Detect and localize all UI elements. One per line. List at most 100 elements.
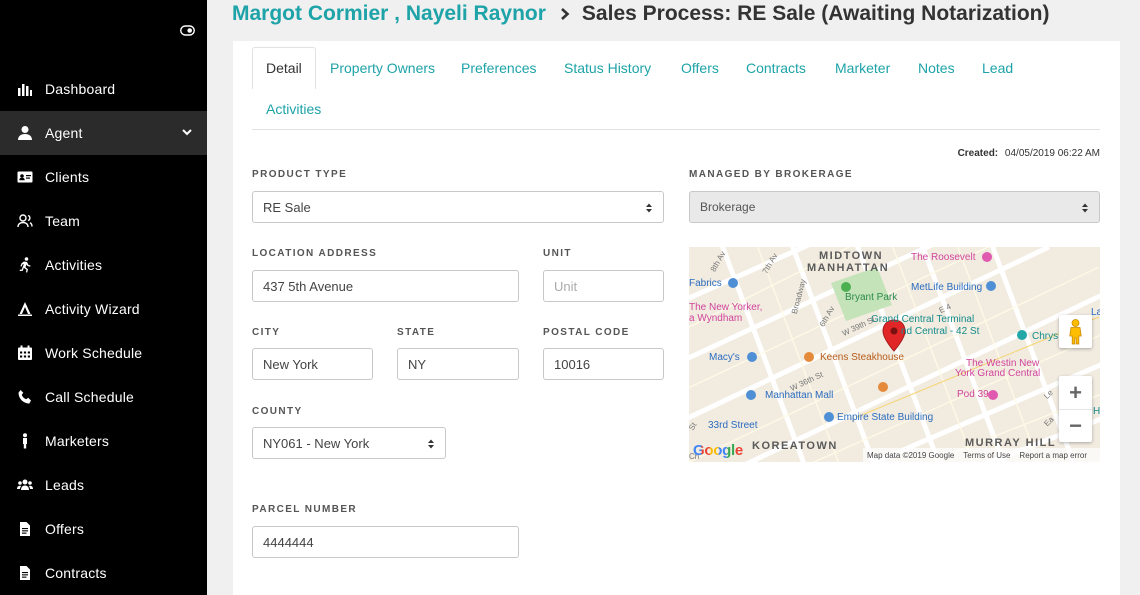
map-area-label: MANHATTAN — [807, 262, 890, 274]
sidebar: Dashboard Agent Clients Team Activities … — [0, 0, 207, 595]
person-standing-icon — [16, 432, 34, 450]
report-map-error-link[interactable]: Report a map error — [1019, 451, 1087, 460]
map-data-text: Map data ©2019 Google — [867, 450, 955, 460]
street-view-pegman-button[interactable] — [1059, 315, 1092, 348]
tab-property-owners[interactable]: Property Owners — [330, 60, 435, 76]
postal-code-label: POSTAL CODE — [543, 327, 630, 338]
state-label: STATE — [397, 327, 436, 338]
users-group-icon — [16, 476, 34, 494]
tab-offers[interactable]: Offers — [681, 60, 719, 76]
map-place-label: Empire State Building — [837, 412, 934, 423]
tab-notes[interactable]: Notes — [918, 60, 955, 76]
user-icon — [16, 124, 34, 142]
google-logo-text: Google — [693, 442, 743, 459]
map-area-label: KOREATOWN — [752, 440, 838, 452]
map-place-label: Chrys — [1032, 331, 1059, 342]
sidebar-item-activity-wizard[interactable]: Activity Wizard — [0, 287, 207, 331]
managed-by-value: Brokerage — [700, 200, 756, 214]
map-place-label: H — [1093, 406, 1100, 417]
calendar-icon — [16, 344, 34, 362]
state-input[interactable]: NY — [397, 348, 519, 380]
select-arrows-icon — [646, 203, 652, 213]
tab-preferences[interactable]: Preferences — [461, 60, 536, 76]
tab-detail[interactable]: Detail — [252, 47, 316, 89]
chevron-right-icon — [561, 8, 570, 20]
tab-status-history[interactable]: Status History — [564, 60, 651, 76]
sidebar-item-team[interactable]: Team — [0, 199, 207, 243]
breadcrumb: Margot Cormier , Nayeli Raynor Sales Pro… — [232, 2, 1050, 26]
document-icon — [16, 520, 34, 538]
tab-activities[interactable]: Activities — [266, 101, 321, 117]
tab-contracts[interactable]: Contracts — [746, 60, 806, 76]
sidebar-item-label: Work Schedule — [45, 345, 143, 361]
county-value: NY061 - New York — [263, 435, 370, 451]
map-place-label: The New Yorker, — [689, 302, 763, 313]
map-place-label: Macy's — [709, 352, 740, 363]
tab-bar: Detail Property Owners Preferences Statu… — [252, 47, 1100, 130]
id-card-icon — [16, 168, 34, 186]
sidebar-item-work-schedule[interactable]: Work Schedule — [0, 331, 207, 375]
created-value: 04/05/2019 06:22 AM — [1004, 148, 1100, 159]
map-place-label: 33rd Street — [708, 420, 758, 431]
sidebar-item-marketers[interactable]: Marketers — [0, 419, 207, 463]
sidebar-item-label: Clients — [45, 169, 90, 185]
map-place-label: Lap — [1091, 307, 1100, 318]
sidebar-item-leads[interactable]: Leads — [0, 463, 207, 507]
map-place-label: Keens Steakhouse — [820, 352, 904, 363]
chevron-down-icon — [182, 129, 192, 136]
sidebar-item-agent[interactable]: Agent — [0, 111, 207, 155]
select-arrows-icon — [1082, 203, 1088, 213]
sidebar-item-label: Offers — [45, 521, 85, 537]
zoom-in-button[interactable]: + — [1059, 376, 1092, 409]
sidebar-toggle-icon[interactable] — [180, 24, 195, 37]
sidebar-item-label: Agent — [45, 125, 83, 141]
location-address-input[interactable]: 437 5th Avenue — [252, 270, 519, 302]
tab-lead[interactable]: Lead — [982, 60, 1013, 76]
sidebar-item-contracts[interactable]: Contracts — [0, 551, 207, 595]
map-place-label: Pod 39 — [957, 389, 989, 400]
sidebar-nav: Dashboard Agent Clients Team Activities … — [0, 67, 207, 595]
map-place-label: a Wyndham — [689, 313, 743, 324]
wizard-icon — [16, 300, 34, 318]
zoom-out-button[interactable]: − — [1059, 409, 1092, 442]
map-place-label: nd Central - 42 St — [901, 326, 980, 337]
product-type-select[interactable]: RE Sale — [252, 191, 664, 223]
google-logo[interactable]: Google — [693, 442, 743, 459]
document-icon — [16, 564, 34, 582]
running-person-icon — [16, 256, 34, 274]
breadcrumb-client-link[interactable]: Margot Cormier , Nayeli Raynor — [232, 2, 546, 26]
terms-of-use-link[interactable]: Terms of Use — [963, 451, 1010, 460]
sidebar-item-label: Dashboard — [45, 81, 116, 97]
location-address-label: LOCATION ADDRESS — [252, 248, 378, 259]
sidebar-item-label: Contracts — [45, 565, 107, 581]
sidebar-item-call-schedule[interactable]: Call Schedule — [0, 375, 207, 419]
map-area-label: MIDTOWN — [819, 250, 884, 262]
county-select[interactable]: NY061 - New York — [252, 427, 446, 459]
location-map[interactable]: MIDTOWN MANHATTAN KOREATOWN MURRAY HILL … — [689, 247, 1100, 462]
managed-by-select[interactable]: Brokerage — [689, 191, 1100, 223]
page-title: Sales Process: RE Sale (Awaiting Notariz… — [581, 2, 1050, 25]
city-input[interactable]: New York — [252, 348, 373, 380]
product-type-value: RE Sale — [263, 199, 311, 215]
sidebar-item-offers[interactable]: Offers — [0, 507, 207, 551]
unit-input[interactable]: Unit — [543, 270, 664, 302]
sidebar-item-label: Team — [45, 213, 81, 229]
map-zoom-control: + − — [1059, 376, 1092, 442]
sidebar-item-activities[interactable]: Activities — [0, 243, 207, 287]
managed-by-label: MANAGED BY BROKERAGE — [689, 169, 853, 180]
bar-chart-icon — [16, 80, 34, 98]
postal-code-input[interactable]: 10016 — [543, 348, 664, 380]
unit-label: UNIT — [543, 248, 572, 259]
map-place-label: Manhattan Mall — [765, 390, 834, 401]
sidebar-item-clients[interactable]: Clients — [0, 155, 207, 199]
map-attribution: Map data ©2019 Google Terms of Use Repor… — [863, 448, 1100, 462]
product-type-label: PRODUCT TYPE — [252, 169, 348, 180]
parcel-number-input[interactable]: 4444444 — [252, 526, 519, 558]
sidebar-item-label: Leads — [45, 477, 85, 493]
tab-marketer[interactable]: Marketer — [835, 60, 890, 76]
city-label: CITY — [252, 327, 281, 338]
phone-icon — [16, 388, 34, 406]
sidebar-item-dashboard[interactable]: Dashboard — [0, 67, 207, 111]
map-place-label: Fabrics — [689, 278, 722, 289]
created-label: Created: — [957, 148, 999, 159]
